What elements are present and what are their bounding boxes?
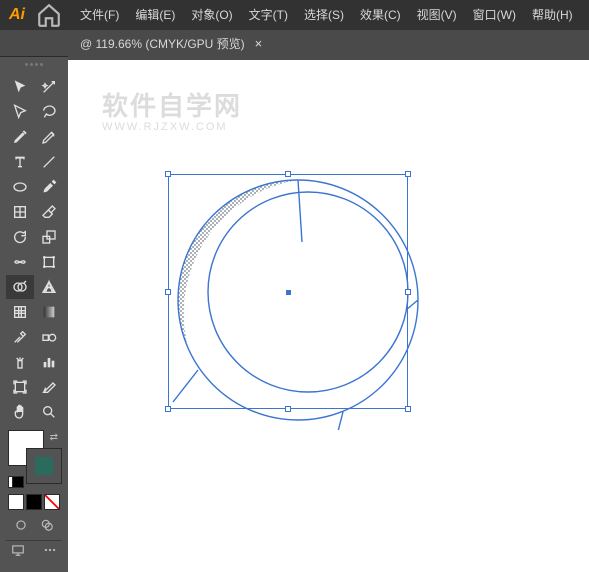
slice-tool[interactable] bbox=[35, 375, 63, 399]
eraser-tool[interactable] bbox=[35, 200, 63, 224]
menu-view[interactable]: 视图(V) bbox=[409, 0, 465, 30]
line-segment-tool[interactable] bbox=[35, 150, 63, 174]
watermark-line2: WWW.RJZXW.COM bbox=[102, 121, 242, 133]
selection-handle-sw[interactable] bbox=[165, 406, 171, 412]
draw-normal-icon[interactable] bbox=[10, 516, 32, 534]
screen-mode-bar bbox=[6, 540, 62, 564]
menu-edit[interactable]: 编辑(E) bbox=[127, 0, 183, 30]
selection-handle-n[interactable] bbox=[285, 171, 291, 177]
document-tab[interactable]: @ 119.66% (CMYK/GPU 预览) × bbox=[70, 30, 272, 56]
panel-grip-icon[interactable] bbox=[18, 63, 50, 71]
menu-select[interactable]: 选择(S) bbox=[296, 0, 352, 30]
gradient-tool[interactable] bbox=[35, 300, 63, 324]
selection-handle-ne[interactable] bbox=[405, 171, 411, 177]
artboard[interactable]: 软件自学网 WWW.RJZXW.COM bbox=[68, 60, 589, 572]
selection-center-icon bbox=[286, 290, 291, 295]
artboard-tool[interactable] bbox=[6, 375, 34, 399]
free-transform-tool[interactable] bbox=[35, 250, 63, 274]
width-tool[interactable] bbox=[6, 250, 34, 274]
menu-effect[interactable]: 效果(C) bbox=[352, 0, 409, 30]
selection-tool[interactable] bbox=[6, 75, 34, 99]
watermark-line1: 软件自学网 bbox=[102, 86, 242, 123]
selection-handle-e[interactable] bbox=[405, 289, 411, 295]
curvature-tool[interactable] bbox=[35, 125, 63, 149]
selection-bounding-box[interactable] bbox=[168, 174, 408, 409]
column-graph-tool[interactable] bbox=[35, 350, 63, 374]
paintbrush-tool[interactable] bbox=[35, 175, 63, 199]
watermark: 软件自学网 WWW.RJZXW.COM bbox=[102, 86, 242, 133]
menu-type[interactable]: 文字(T) bbox=[241, 0, 296, 30]
pen-tool[interactable] bbox=[6, 125, 34, 149]
toolbox-panel: ⇄ bbox=[0, 56, 68, 572]
ellipse-tool[interactable] bbox=[6, 175, 34, 199]
shaper-tool[interactable] bbox=[6, 200, 34, 224]
menu-help[interactable]: 帮助(H) bbox=[524, 0, 581, 30]
swap-fill-stroke-icon[interactable]: ⇄ bbox=[50, 432, 58, 443]
type-tool[interactable] bbox=[6, 150, 34, 174]
scale-tool[interactable] bbox=[35, 225, 63, 249]
shape-builder-tool[interactable] bbox=[6, 275, 34, 299]
rotate-tool[interactable] bbox=[6, 225, 34, 249]
tool-grid bbox=[6, 75, 63, 424]
symbol-sprayer-tool[interactable] bbox=[6, 350, 34, 374]
canvas-area: 软件自学网 WWW.RJZXW.COM bbox=[68, 56, 589, 572]
menu-bar: Ai 文件(F) 编辑(E) 对象(O) 文字(T) 选择(S) 效果(C) 视… bbox=[0, 0, 589, 30]
screen-mode-icon[interactable] bbox=[11, 543, 25, 562]
selection-handle-nw[interactable] bbox=[165, 171, 171, 177]
mesh-tool[interactable] bbox=[6, 300, 34, 324]
document-tab-label: @ 119.66% (CMYK/GPU 预览) bbox=[80, 35, 245, 52]
fill-stroke-swatch[interactable]: ⇄ bbox=[6, 430, 62, 486]
draw-behind-icon[interactable] bbox=[36, 516, 58, 534]
selection-handle-w[interactable] bbox=[165, 289, 171, 295]
edit-toolbar-icon[interactable] bbox=[43, 543, 57, 562]
color-mode-row bbox=[8, 494, 60, 510]
selection-handle-se[interactable] bbox=[405, 406, 411, 412]
default-fill-stroke-icon-2 bbox=[12, 476, 24, 488]
home-icon[interactable] bbox=[36, 2, 62, 28]
direct-selection-tool[interactable] bbox=[6, 100, 34, 124]
screen-mode-row bbox=[10, 516, 58, 534]
blend-tool[interactable] bbox=[35, 325, 63, 349]
app-logo-icon: Ai bbox=[4, 2, 30, 28]
magic-wand-tool[interactable] bbox=[35, 75, 63, 99]
color-mode-none[interactable] bbox=[44, 494, 60, 510]
menu-file[interactable]: 文件(F) bbox=[72, 0, 127, 30]
lasso-tool[interactable] bbox=[35, 100, 63, 124]
eyedropper-tool[interactable] bbox=[6, 325, 34, 349]
close-icon[interactable]: × bbox=[255, 36, 263, 51]
stroke-swatch[interactable] bbox=[26, 448, 62, 484]
hand-tool[interactable] bbox=[6, 400, 34, 424]
selection-handle-s[interactable] bbox=[285, 406, 291, 412]
menu-window[interactable]: 窗口(W) bbox=[465, 0, 524, 30]
menu-object[interactable]: 对象(O) bbox=[183, 0, 240, 30]
zoom-tool[interactable] bbox=[35, 400, 63, 424]
perspective-grid-tool[interactable] bbox=[35, 275, 63, 299]
color-mode-gradient[interactable] bbox=[26, 494, 42, 510]
document-tab-bar: @ 119.66% (CMYK/GPU 预览) × bbox=[0, 30, 589, 56]
color-mode-solid[interactable] bbox=[8, 494, 24, 510]
